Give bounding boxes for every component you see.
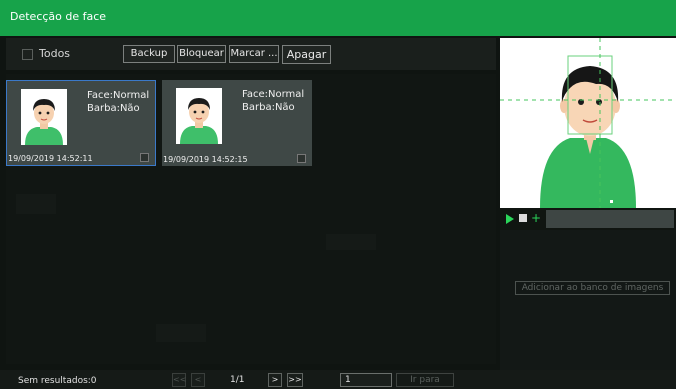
goto-page-button[interactable]: Ir para	[396, 373, 454, 387]
toolbar: Todos Backup Bloquear Marcar ... Apagar	[6, 38, 496, 70]
play-icon[interactable]	[506, 214, 514, 224]
last-page-button[interactable]: >>	[287, 373, 303, 387]
first-page-button[interactable]: <<	[172, 373, 186, 387]
face-attribute: Face:Normal	[87, 90, 150, 101]
face-attribute: Face:Normal	[242, 89, 305, 100]
result-card-1[interactable]: Face:Normal Barba:Não 19/09/2019 14:52:1…	[6, 80, 156, 166]
add-to-library-button[interactable]: Adicionar ao banco de imagens	[515, 281, 670, 295]
select-all-checkbox[interactable]	[22, 49, 33, 60]
title-bar: Detecção de face	[0, 0, 676, 36]
results-count: Sem resultados:0	[18, 376, 97, 386]
window-title: Detecção de face	[10, 10, 107, 23]
page-number-input[interactable]: 1	[340, 373, 392, 387]
results-grid: Face:Normal Barba:Não 19/09/2019 14:52:1…	[6, 74, 496, 364]
preview-image	[500, 38, 676, 208]
playback-bar: +	[500, 208, 676, 230]
timestamp: 19/09/2019 14:52:11	[8, 154, 93, 163]
next-page-button[interactable]: >	[268, 373, 282, 387]
side-panel	[500, 230, 676, 370]
beard-attribute: Barba:Não	[87, 103, 140, 114]
pagination-bar: Sem resultados:0 << < 1/1 > >> 1 Ir para	[0, 370, 676, 389]
mark-button[interactable]: Marcar ...	[229, 45, 279, 63]
card-checkbox[interactable]	[140, 153, 149, 162]
delete-button[interactable]: Apagar	[282, 45, 331, 64]
backup-button[interactable]: Backup	[123, 45, 175, 63]
stop-icon[interactable]	[519, 214, 527, 222]
beard-attribute: Barba:Não	[242, 102, 295, 113]
add-face-icon[interactable]: +	[531, 210, 541, 226]
lock-button[interactable]: Bloquear	[177, 45, 226, 63]
result-card-2[interactable]: Face:Normal Barba:Não 19/09/2019 14:52:1…	[162, 80, 312, 166]
select-all-label: Todos	[39, 47, 71, 60]
seek-bar[interactable]	[546, 210, 674, 228]
timestamp: 19/09/2019 14:52:15	[163, 155, 248, 164]
page-indicator: 1/1	[230, 375, 245, 385]
face-thumbnail	[176, 88, 222, 144]
card-checkbox[interactable]	[297, 154, 306, 163]
face-thumbnail	[21, 89, 67, 145]
prev-page-button[interactable]: <	[191, 373, 205, 387]
